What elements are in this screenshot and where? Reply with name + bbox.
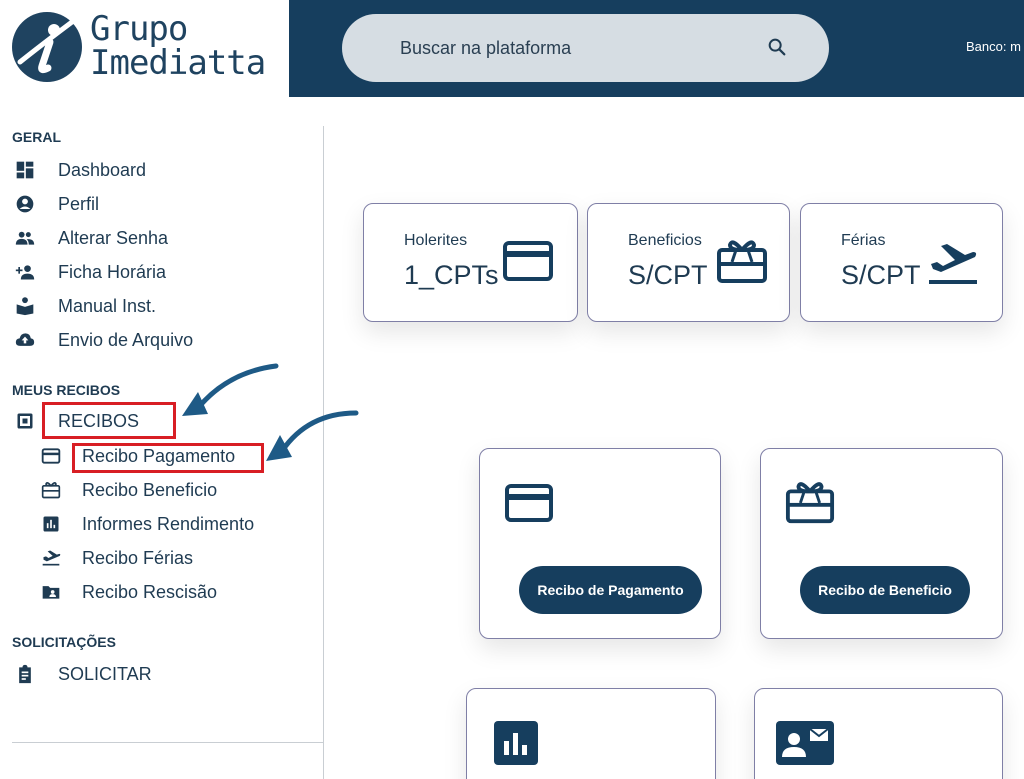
recibo-pagamento-button[interactable]: Recibo de Pagamento — [519, 566, 702, 614]
sidebar-item-label: Manual Inst. — [58, 295, 157, 316]
sidebar-item-label: Envio de Arquivo — [58, 329, 194, 350]
recibos-highlight-box — [42, 402, 176, 439]
credit-card-icon — [503, 241, 553, 281]
action-card-recibo-beneficio: Recibo de Beneficio — [760, 448, 1003, 639]
sidebar-item-envio-arquivo[interactable]: Envio de Arquivo — [14, 326, 193, 354]
people-icon — [14, 227, 40, 249]
sidebar-item-dashboard[interactable]: Dashboard — [14, 156, 146, 184]
brand-logo-icon — [12, 12, 82, 82]
section-title-meus-recibos: MEUS RECIBOS — [12, 382, 121, 398]
account-circle-icon — [14, 193, 40, 215]
stat-value: S/CPT — [841, 260, 921, 290]
sidebar-subitem-label: Recibo Rescisão — [82, 581, 218, 602]
sidebar-item-label: Perfil — [58, 193, 100, 214]
sidebar-item-ficha-horaria[interactable]: Ficha Horária — [14, 258, 166, 286]
sidebar-item-label: Alterar Senha — [58, 227, 169, 248]
brand-line1: Grupo — [90, 9, 188, 49]
stat-card-ferias[interactable]: Férias S/CPT — [800, 203, 1003, 322]
sidebar-item-perfil[interactable]: Perfil — [14, 190, 99, 218]
section-title-geral: GERAL — [12, 129, 61, 145]
recibo-beneficio-button[interactable]: Recibo de Beneficio — [800, 566, 970, 614]
stat-card-beneficios[interactable]: Beneficios S/CPT — [587, 203, 790, 322]
sidebar-subitem-label: Recibo Beneficio — [82, 479, 218, 500]
folder-person-icon — [40, 581, 66, 603]
bar-chart-icon — [494, 721, 538, 765]
gift-card-icon — [785, 482, 835, 524]
sidebar-item-manual[interactable]: Manual Inst. — [14, 292, 156, 320]
sidebar-item-solicitar[interactable]: SOLICITAR — [14, 660, 152, 688]
action-card-recibo-pagamento: Recibo de Pagamento — [479, 448, 721, 639]
credit-card-icon — [505, 484, 553, 522]
stat-label: Férias — [841, 232, 886, 249]
stat-label: Beneficios — [628, 232, 702, 249]
sidebar-subitem-recibo-beneficio[interactable]: Recibo Beneficio — [40, 476, 217, 504]
clipboard-icon — [14, 663, 40, 685]
contact-mail-icon — [776, 721, 834, 765]
person-add-icon — [14, 261, 40, 283]
gift-card-icon — [717, 240, 767, 283]
sidebar-item-label: Ficha Horária — [58, 261, 167, 282]
sidebar-item-alterar-senha[interactable]: Alterar Senha — [14, 224, 168, 252]
credit-card-icon — [40, 445, 66, 467]
recibo-pagamento-highlight-box — [72, 443, 264, 473]
annotation-arrow-icon — [266, 410, 359, 461]
action-card-recibo-rescisao — [754, 688, 1003, 779]
sidebar-bottom-divider — [12, 742, 324, 743]
stat-label: Holerites — [404, 232, 468, 249]
reading-person-icon — [14, 295, 40, 317]
sidebar-item-label: SOLICITAR — [58, 663, 152, 684]
action-card-informes-rendimento — [466, 688, 716, 779]
sidebar-subitem-recibo-rescisao[interactable]: Recibo Rescisão — [40, 578, 217, 606]
flight-takeoff-icon — [929, 244, 977, 284]
cloud-upload-icon — [14, 329, 40, 351]
flight-takeoff-icon — [40, 547, 66, 569]
sidebar-subitem-informes-rendimento[interactable]: Informes Rendimento — [40, 510, 254, 538]
search-input[interactable] — [400, 34, 760, 62]
sidebar-subitem-label: Recibo Férias — [82, 547, 194, 568]
sidebar-item-label: Dashboard — [58, 159, 147, 180]
search-icon[interactable] — [766, 36, 788, 58]
brand-line2: Imediatta — [90, 43, 266, 83]
receipt-box-icon — [14, 410, 40, 432]
sidebar-subitem-recibo-ferias[interactable]: Recibo Férias — [40, 544, 193, 572]
search-bar[interactable] — [342, 14, 829, 82]
section-title-solicitacoes: SOLICITAÇÕES — [12, 634, 116, 650]
bank-label: Banco: m — [966, 39, 1021, 54]
logo[interactable]: Grupo Imediatta — [0, 0, 289, 97]
bar-chart-icon — [40, 513, 66, 535]
stat-value: S/CPT — [628, 260, 708, 290]
gift-card-icon — [40, 479, 66, 501]
sidebar-subitem-label: Informes Rendimento — [82, 513, 255, 534]
brand-name: Grupo Imediatta — [90, 9, 266, 83]
stat-value: 1_CPTs — [404, 260, 499, 290]
stat-card-holerites[interactable]: Holerites 1_CPTs — [363, 203, 578, 322]
dashboard-icon — [14, 159, 40, 181]
